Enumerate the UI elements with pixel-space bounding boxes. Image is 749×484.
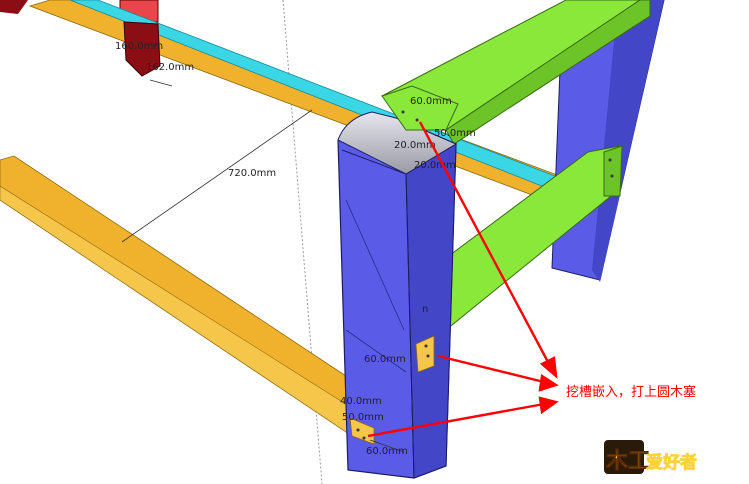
dim-label: 50.0mm (342, 412, 384, 423)
front-yellow-beam-side (0, 185, 353, 437)
arrow-to-middle-joint (437, 354, 545, 384)
woodwork-frame-diagram: 160.0mm 162.0mm 720.0mm 60.0mm 50.0mm 20… (0, 0, 697, 484)
dim-label: 60.0mm (364, 354, 406, 365)
dimension-line-720 (121, 109, 313, 243)
dowel-dot (610, 174, 614, 178)
logo-text: 爱好者 (646, 452, 697, 473)
dim-label: 720.0mm (228, 168, 276, 179)
annotation-text: 挖槽嵌入，打上圆木塞 (566, 384, 696, 400)
dowel-dot (608, 158, 612, 162)
dowel-dot (401, 110, 405, 114)
dowel-dot (356, 428, 360, 432)
dim-label: 160.0mm (115, 41, 163, 52)
dowel-dot (424, 344, 428, 348)
dim-label: 50.0mm (434, 128, 476, 139)
dim-label: n (422, 304, 428, 315)
dimension-line-162 (149, 79, 173, 87)
dowel-dot (426, 354, 430, 358)
dim-label: 60.0mm (410, 96, 452, 107)
arrowhead (539, 356, 558, 379)
dim-label: 60.0mm (366, 446, 408, 457)
stretcher-end-tenon (603, 145, 623, 197)
arrowhead (538, 373, 559, 392)
arrowhead (538, 396, 559, 415)
dowel-dot (362, 436, 366, 440)
dim-label: 20.0mm (414, 160, 456, 171)
dowel-dot (415, 118, 419, 122)
woodworker-logo-icon: 木工 爱好者 (604, 440, 697, 474)
dark-red-corner-block (0, 0, 28, 14)
dim-label: 162.0mm (146, 62, 194, 73)
logo-mark: 木工 (605, 449, 650, 474)
dim-label: 40.0mm (340, 396, 382, 407)
